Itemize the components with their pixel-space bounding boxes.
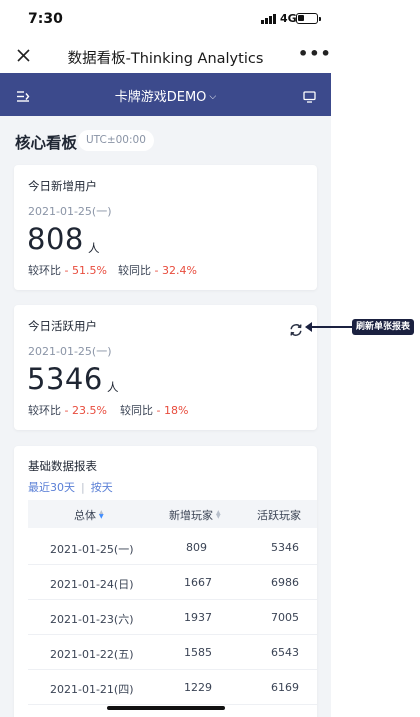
card-date: 2021-01-25(一)	[28, 345, 112, 358]
report-title: 基础数据报表	[28, 459, 97, 473]
network-type: 4G	[280, 12, 297, 25]
sort-icon: ▲ ▼	[99, 509, 104, 520]
yoy-comparison: 较同比 - 18%	[120, 404, 189, 417]
report-card: 基础数据报表 最近30天 | 按天 总体 ▲ ▼ 新增玩家 ▲ ▼ 活跃玩家 2021-01…	[14, 446, 317, 717]
cell-new: 1937	[184, 611, 212, 624]
dashboard-title: 核心看板	[15, 134, 78, 152]
card-label: 今日新增用户	[28, 179, 97, 193]
refresh-button[interactable]	[289, 322, 303, 336]
report-filter: 最近30天 | 按天	[28, 481, 113, 494]
screen-icon	[303, 91, 316, 103]
table-row: 2021-01-24(日) 1667 6986	[28, 565, 317, 600]
column-header-total[interactable]: 总体 ▲ ▼	[74, 507, 104, 523]
cell-active: 6543	[271, 646, 299, 659]
metric-unit: 人	[107, 380, 119, 394]
home-indicator	[107, 706, 225, 710]
phone-screen: 7:30 4G 数据看板-Thinking Analytics ••• 卡牌游戏…	[0, 0, 331, 717]
cell-active: 5346	[271, 541, 299, 554]
timezone-badge[interactable]: UTC±00:00	[78, 130, 154, 151]
cell-date: 2021-01-23(六)	[50, 613, 134, 626]
cell-date: 2021-01-22(五)	[50, 648, 134, 661]
project-selector[interactable]: 卡牌游戏DEMO ⌵	[0, 86, 331, 105]
screen-button[interactable]	[303, 88, 316, 103]
range-filter[interactable]: 最近30天	[28, 481, 75, 494]
cell-new: 1585	[184, 646, 212, 659]
title-bar: 数据看板-Thinking Analytics •••	[0, 40, 331, 73]
app-header: 卡牌游戏DEMO ⌵	[0, 73, 331, 116]
status-time: 7:30	[28, 11, 63, 27]
cell-active: 6986	[271, 576, 299, 589]
yoy-comparison: 较同比 - 32.4%	[118, 264, 197, 277]
column-header-new-players[interactable]: 新增玩家 ▲ ▼	[169, 507, 221, 523]
project-name: 卡牌游戏DEMO	[114, 90, 207, 105]
chevron-down-icon: ⌵	[209, 92, 217, 102]
annotation-line	[308, 326, 352, 328]
more-icon: •••	[298, 44, 331, 63]
mom-comparison: 较环比 - 51.5%	[28, 264, 107, 277]
table-row: 2021-01-21(四) 1229 6169	[28, 670, 317, 705]
card-label: 今日活跃用户	[28, 319, 97, 333]
active-users-card[interactable]: 今日活跃用户 2021-01-25(一) 5346 人 较环比 - 23.5% …	[14, 305, 317, 430]
table-header: 总体 ▲ ▼ 新增玩家 ▲ ▼ 活跃玩家	[28, 500, 317, 528]
cell-active: 6169	[271, 681, 299, 694]
table-row: 2021-01-22(五) 1585 6543	[28, 635, 317, 670]
metric-value: 5346	[27, 362, 103, 396]
annotation-label: 刷新单张报表	[352, 319, 415, 335]
cell-date: 2021-01-24(日)	[50, 578, 134, 591]
card-date: 2021-01-25(一)	[28, 205, 112, 218]
cell-active: 7005	[271, 611, 299, 624]
table-row: 2021-01-25(一) 809 5346	[28, 530, 317, 565]
cell-new: 809	[186, 541, 207, 554]
cell-date: 2021-01-25(一)	[50, 543, 134, 556]
comparison-row: 较环比 - 51.5% 较同比 - 32.4%	[28, 262, 308, 278]
comparison-row: 较环比 - 23.5% 较同比 - 18%	[28, 402, 308, 418]
granularity-filter[interactable]: 按天	[91, 481, 113, 494]
table-row: 2021-01-23(六) 1937 7005	[28, 600, 317, 635]
battery-icon	[296, 13, 321, 24]
page-title: 数据看板-Thinking Analytics	[67, 51, 264, 67]
refresh-icon	[290, 324, 302, 336]
column-header-active-players[interactable]: 活跃玩家	[257, 507, 301, 523]
more-button[interactable]: •••	[298, 46, 331, 66]
mom-comparison: 较环比 - 23.5%	[28, 404, 107, 417]
status-bar: 7:30 4G	[0, 0, 331, 40]
sort-icon: ▲ ▼	[216, 509, 221, 520]
metric-value: 808	[27, 222, 84, 256]
metric-unit: 人	[88, 241, 100, 255]
signal-icon	[261, 14, 276, 24]
cell-new: 1667	[184, 576, 212, 589]
new-users-card[interactable]: 今日新增用户 2021-01-25(一) 808 人 较环比 - 51.5% 较…	[14, 165, 317, 290]
cell-new: 1229	[184, 681, 212, 694]
cell-date: 2021-01-21(四)	[50, 683, 134, 696]
